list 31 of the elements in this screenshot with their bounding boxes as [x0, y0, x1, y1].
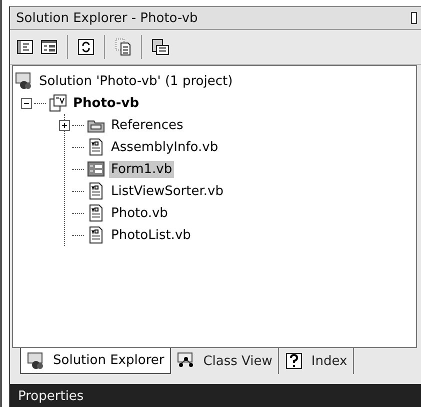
tree-item[interactable]: Solution 'Photo-vb' (1 project) [37, 72, 235, 90]
window-title: Solution Explorer - Photo-vb [16, 10, 198, 26]
refresh-icon[interactable] [77, 38, 95, 56]
expand-icon[interactable] [59, 120, 70, 130]
properties-icon[interactable] [16, 38, 34, 56]
tab[interactable]: Solution Explorer [20, 348, 172, 374]
tab[interactable]: Class View [171, 348, 280, 374]
tab[interactable]: Index [279, 348, 354, 374]
tree-item[interactable]: ListViewSorter.vb [109, 182, 226, 200]
project-file-icon [49, 94, 67, 112]
tree-item[interactable]: Form1.vb [109, 160, 174, 178]
solution-icon [27, 352, 45, 370]
solution-icon [15, 72, 33, 90]
pin-icon[interactable] [411, 12, 417, 24]
collapse-icon[interactable] [21, 98, 32, 108]
vb-file-icon [87, 138, 105, 156]
view-code-icon[interactable] [114, 38, 132, 56]
view-designer-icon[interactable] [151, 38, 169, 56]
tree-item[interactable]: Photo-vb [71, 94, 142, 112]
vb-file-icon [87, 226, 105, 244]
help-icon [285, 352, 304, 370]
tree-item[interactable]: References [109, 116, 186, 134]
vb-file-icon [87, 182, 105, 200]
tree-item[interactable]: AssemblyInfo.vb [109, 138, 220, 156]
vb-file-icon [87, 204, 105, 222]
panel-title: Properties [18, 388, 84, 404]
tree-item[interactable]: Photo.vb [109, 204, 170, 222]
form-icon [87, 160, 105, 178]
show-all-files-icon[interactable] [40, 38, 58, 56]
tree-item[interactable]: PhotoList.vb [109, 226, 193, 244]
class-view-icon [177, 352, 196, 370]
